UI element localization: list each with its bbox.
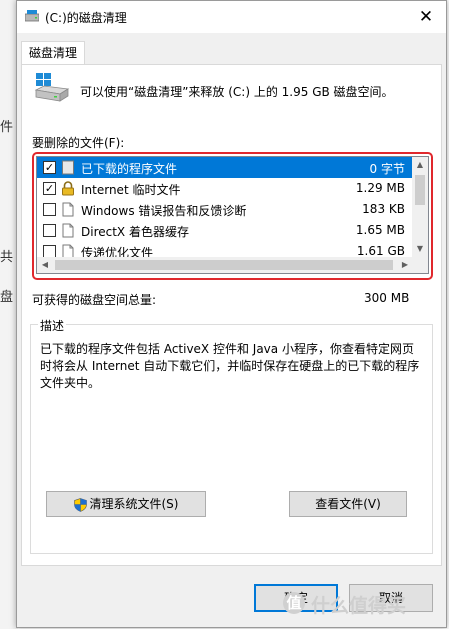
file-size: 0 字节 [369, 162, 405, 176]
file-list-item[interactable]: Windows 错误报告和反馈诊断 183 KB [37, 199, 413, 220]
file-name: 已下载的程序文件 [81, 162, 178, 176]
horizontal-scroll-thumb[interactable] [55, 260, 393, 270]
files-to-delete-label: 要删除的文件(F): [32, 136, 125, 150]
total-space-value: 300 MB [364, 291, 410, 305]
scroll-left-icon[interactable]: ◀ [37, 257, 53, 273]
vertical-scroll-thumb[interactable] [415, 175, 425, 205]
background-text: 盘 [0, 290, 14, 305]
drive-cleanup-icon [34, 73, 70, 102]
file-name: Internet 临时文件 [81, 183, 181, 197]
file-size: 1.29 MB [355, 181, 405, 195]
background-text: 共 [0, 250, 14, 265]
clean-system-files-label: 清理系统文件(S) [89, 497, 179, 511]
horizontal-scrollbar[interactable]: ◀ ▶ [37, 257, 428, 273]
reclaimable-space-info: 可以使用“磁盘清理”来释放 (C:) 上的 1.95 GB 磁盘空间。 [80, 85, 394, 99]
file-checkbox[interactable] [43, 224, 56, 237]
file-list-item[interactable]: ✓ Internet 临时文件 1.29 MB [37, 178, 413, 199]
disk-cleanup-panel: 可以使用“磁盘清理”来释放 (C:) 上的 1.95 GB 磁盘空间。 要删除的… [21, 64, 442, 566]
view-files-button[interactable]: 查看文件(V) [289, 491, 407, 517]
file-list-item[interactable]: ✓ 已下载的程序文件 0 字节 [37, 157, 413, 178]
title-bar[interactable]: (C:)的磁盘清理 ✕ [17, 1, 446, 33]
file-icon [62, 202, 74, 217]
scroll-right-icon[interactable]: ▶ [397, 257, 413, 273]
file-size: 1.65 MB [355, 223, 405, 237]
shield-icon [73, 497, 87, 512]
clean-system-files-button[interactable]: 清理系统文件(S) [46, 491, 206, 517]
tab-disk-cleanup[interactable]: 磁盘清理 [21, 41, 85, 65]
file-icon [62, 223, 74, 238]
file-size: 183 KB [362, 202, 405, 216]
scroll-up-icon[interactable]: ▲ [412, 157, 428, 173]
close-icon: ✕ [418, 7, 434, 27]
disk-cleanup-dialog: (C:)的磁盘清理 ✕ 磁盘清理 可以使用“磁盘清理”来释放 (C:) 上的 1… [16, 0, 447, 628]
watermark-logo-icon: 值 [283, 592, 305, 614]
file-name: DirectX 着色器缓存 [81, 225, 189, 239]
blank-file-icon [62, 160, 74, 175]
window-title: (C:)的磁盘清理 [45, 11, 127, 25]
description-text: 已下载的程序文件包括 ActiveX 控件和 Java 小程序，你查看特定网页时… [40, 342, 420, 390]
watermark-text: 什么值得买 [311, 595, 407, 617]
background-text: 件 [0, 120, 14, 135]
vertical-scrollbar[interactable]: ▲ ▼ [412, 157, 428, 257]
drive-icon [25, 10, 39, 22]
lock-icon [62, 181, 74, 196]
total-space-label: 可获得的磁盘空间总量: [32, 293, 157, 307]
watermark: 值 什么值得买 [283, 590, 443, 620]
file-checkbox[interactable]: ✓ [43, 182, 56, 195]
file-name: Windows 错误报告和反馈诊断 [81, 204, 247, 218]
description-title: 描述 [38, 317, 67, 334]
files-to-delete-list[interactable]: ✓ 已下载的程序文件 0 字节 ✓ Internet 临时文件 1.29 MB [36, 156, 429, 274]
file-list-item[interactable]: DirectX 着色器缓存 1.65 MB [37, 220, 413, 241]
close-button[interactable]: ✕ [412, 5, 440, 29]
file-size: 1.61 GB [356, 244, 405, 258]
file-checkbox[interactable]: ✓ [43, 161, 56, 174]
file-checkbox[interactable] [43, 203, 56, 216]
scroll-down-icon[interactable]: ▼ [412, 241, 428, 257]
